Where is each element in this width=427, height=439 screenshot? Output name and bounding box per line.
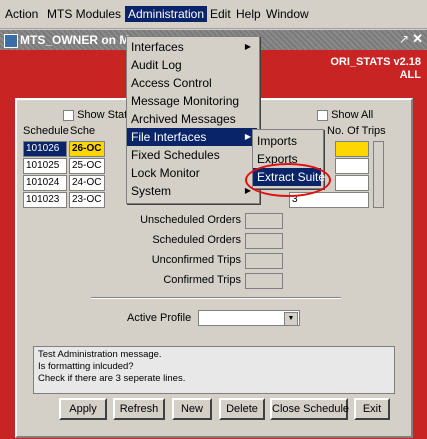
- unscheduled-orders-value: [245, 213, 283, 229]
- message-line: Check if there are 3 seperate lines.: [38, 373, 186, 384]
- menu-window[interactable]: Window: [263, 6, 312, 22]
- trips-cell[interactable]: [335, 141, 369, 157]
- menu-item-archived-messages[interactable]: Archived Messages: [127, 110, 257, 128]
- schedule-cell[interactable]: 101026: [23, 141, 67, 157]
- menu-item-file-interfaces[interactable]: File Interfaces ▶: [127, 128, 257, 146]
- schedule-cell[interactable]: 101024: [23, 175, 67, 191]
- submenu-arrow-icon: ▶: [244, 132, 251, 141]
- show-stats-label: Show Stats: [77, 109, 133, 121]
- schedule-cell[interactable]: 101023: [23, 192, 67, 208]
- schedule-column-header: Schedule: [23, 125, 69, 137]
- menu-mts-modules[interactable]: MTS Modules: [44, 6, 124, 22]
- unscheduled-orders-label: Unscheduled Orders: [140, 214, 241, 226]
- confirmed-trips-value: [245, 273, 283, 289]
- active-profile-select[interactable]: ▼: [198, 310, 300, 326]
- schedule-date-column-header: Sche: [70, 125, 96, 137]
- trips-column-header: No. Of Trips: [327, 125, 386, 137]
- schedule-date-cell[interactable]: 26-OC: [69, 141, 105, 157]
- trips-cell[interactable]: [335, 158, 369, 174]
- active-profile-label: Active Profile: [127, 312, 192, 324]
- show-stats-checkbox-row[interactable]: Show Stats: [63, 109, 133, 121]
- close-schedule-button[interactable]: Close Schedule: [270, 398, 349, 420]
- menu-edit[interactable]: Edit: [207, 6, 234, 22]
- menu-administration[interactable]: Administration: [125, 6, 208, 22]
- schedule-date-cell[interactable]: 23-OC: [69, 192, 105, 208]
- menu-item-interfaces[interactable]: Interfaces ▶: [127, 38, 257, 56]
- unconfirmed-trips-value: [245, 253, 283, 269]
- show-all-checkbox[interactable]: [317, 109, 328, 121]
- new-button[interactable]: New: [172, 398, 212, 420]
- confirmed-trips-label: Confirmed Trips: [163, 274, 241, 286]
- trips-scrollbar[interactable]: [373, 141, 384, 208]
- delete-button[interactable]: Delete: [219, 398, 265, 420]
- version-label: ORI_STATS v2.18: [330, 56, 421, 68]
- menu-action[interactable]: Action: [2, 6, 41, 22]
- scope-label: ALL: [399, 69, 421, 81]
- schedule-cell[interactable]: 101025: [23, 158, 67, 174]
- schedule-date-cell[interactable]: 24-OC: [69, 175, 105, 191]
- scheduled-orders-label: Scheduled Orders: [152, 234, 241, 246]
- menu-item-audit-log[interactable]: Audit Log: [127, 56, 257, 74]
- app-icon: [4, 34, 18, 48]
- trips-cell[interactable]: [335, 175, 369, 191]
- menubar: Action MTS Modules Administration Edit H…: [0, 0, 427, 29]
- admin-message-box: Test Administration message. Is formatti…: [33, 346, 395, 394]
- unconfirmed-trips-label: Unconfirmed Trips: [151, 254, 241, 266]
- annotation-ring: [245, 163, 331, 197]
- menu-item-message-monitoring[interactable]: Message Monitoring: [127, 92, 257, 110]
- version-badge: ORI_STATS v2.18 ALL: [330, 56, 421, 82]
- message-line: Test Administration message.: [38, 349, 162, 360]
- show-all-checkbox-row[interactable]: Show All: [317, 109, 373, 121]
- scheduled-orders-value: [245, 233, 283, 249]
- chevron-down-icon[interactable]: ▼: [284, 312, 298, 325]
- submenu-arrow-icon: ▶: [244, 42, 251, 51]
- show-stats-checkbox[interactable]: [63, 109, 74, 121]
- schedule-date-cell[interactable]: 25-OC: [69, 158, 105, 174]
- show-all-label: Show All: [331, 109, 374, 121]
- exit-button[interactable]: Exit: [354, 398, 390, 420]
- menu-item-imports[interactable]: Imports: [253, 132, 321, 150]
- window-title: MTS_OWNER on M: [20, 33, 130, 47]
- divider: [91, 297, 341, 299]
- menu-help[interactable]: Help: [233, 6, 264, 22]
- message-line: Is formatting inlcuded?: [38, 361, 134, 372]
- apply-button[interactable]: Apply: [59, 398, 107, 420]
- administration-menu: Interfaces ▶ Audit Log Access Control Mes…: [126, 36, 260, 204]
- menu-item-fixed-schedules[interactable]: Fixed Schedules: [127, 146, 257, 164]
- menu-item-lock-monitor[interactable]: Lock Monitor: [127, 164, 257, 182]
- close-icon[interactable]: ✕: [412, 31, 423, 47]
- refresh-button[interactable]: Refresh: [113, 398, 165, 420]
- menu-item-access-control[interactable]: Access Control: [127, 74, 257, 92]
- menu-item-system[interactable]: System ▶: [127, 182, 257, 200]
- resize-icon[interactable]: ↗: [399, 32, 409, 46]
